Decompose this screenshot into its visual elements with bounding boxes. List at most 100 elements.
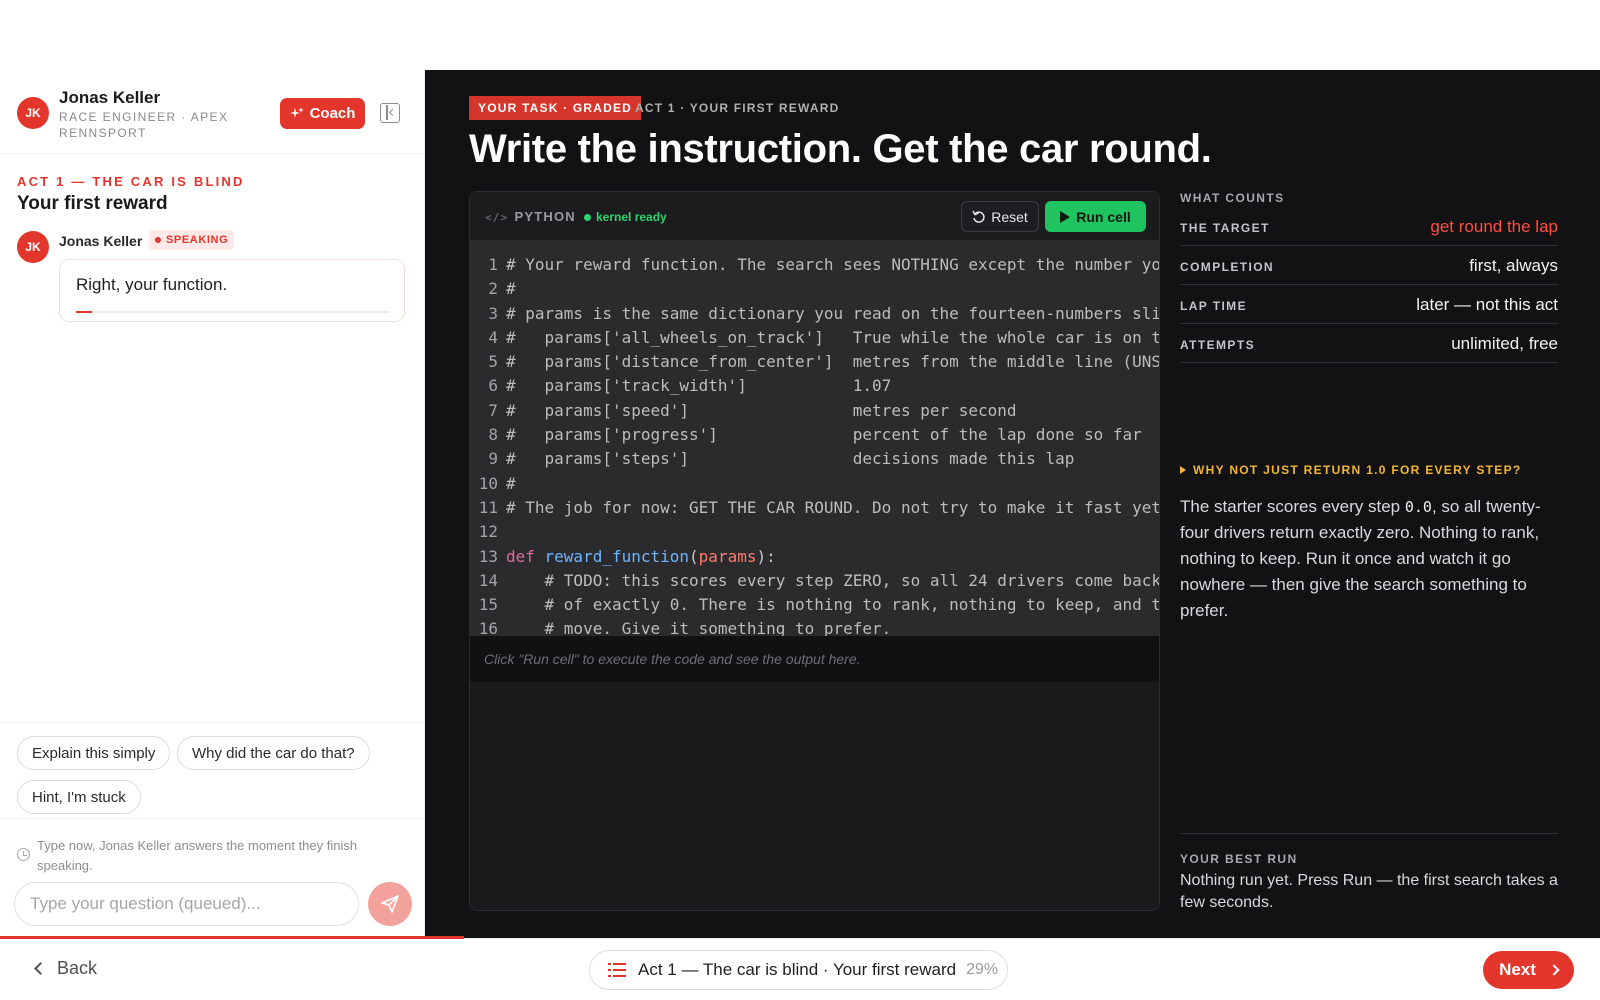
code-token: def bbox=[506, 546, 545, 566]
why-body-text: The starter scores every step bbox=[1180, 497, 1405, 516]
code-line: 3 # params is the same dictionary you rea… bbox=[470, 303, 1160, 328]
chevron-left-icon bbox=[34, 962, 47, 975]
line-number: 6 bbox=[488, 376, 498, 396]
line-number: 1 bbox=[488, 255, 498, 274]
code-line: 5 # params['distance_from_center'] metres… bbox=[470, 352, 1160, 376]
suggestion-chip[interactable]: Why did the car do that? bbox=[177, 736, 370, 770]
line-number: 7 bbox=[488, 400, 498, 420]
line-number: 14 bbox=[478, 570, 498, 590]
top-bar bbox=[0, 0, 1600, 70]
run-cell-button[interactable]: Run cell bbox=[1045, 201, 1146, 232]
code-text: # TODO: this scores every step ZERO, so … bbox=[506, 570, 1160, 590]
criteria-row: ATTEMPTS unlimited, free bbox=[1180, 324, 1558, 363]
criteria-value: first, always bbox=[1469, 256, 1558, 275]
coach-header: JK Jonas Keller Race engineer · Apex Ren… bbox=[0, 70, 425, 154]
code-line: 13 def reward_function(params): bbox=[470, 546, 1159, 571]
line-number: 15 bbox=[478, 595, 498, 615]
avatar: JK bbox=[17, 97, 49, 129]
criteria-key: LAP TIME bbox=[1180, 299, 1247, 313]
suggestion-chip[interactable]: Explain this simply bbox=[17, 736, 171, 770]
code-text: # Your reward function. The search sees … bbox=[506, 255, 1160, 274]
collapse-sidebar-icon[interactable] bbox=[380, 103, 400, 123]
line-number: 9 bbox=[488, 449, 498, 469]
status-dot-icon bbox=[584, 213, 591, 221]
code-text: # The job for now: GET THE CAR ROUND. Do… bbox=[506, 497, 1160, 517]
list-icon bbox=[608, 963, 626, 977]
line-number: 16 bbox=[478, 619, 498, 636]
sparkle-icon bbox=[289, 106, 304, 118]
why-body: The starter scores every step 0.0, so al… bbox=[1180, 494, 1558, 624]
inline-code: 0.0 bbox=[1404, 498, 1432, 516]
line-number: 8 bbox=[488, 425, 498, 445]
line-number: 11 bbox=[478, 497, 498, 517]
back-button-label: Back bbox=[57, 958, 98, 978]
code-text: # bbox=[506, 473, 516, 493]
best-run-text: Nothing run yet. Press Run — the first s… bbox=[1180, 872, 1558, 911]
question-input[interactable] bbox=[14, 882, 359, 926]
suggestion-chip[interactable]: Hint, I'm stuck bbox=[17, 780, 141, 814]
criteria-key: ATTEMPTS bbox=[1180, 338, 1255, 352]
code-text: # bbox=[506, 279, 516, 299]
run-cell-label: Run cell bbox=[1076, 208, 1131, 225]
send-button[interactable] bbox=[368, 882, 412, 926]
lesson-title: Your first reward bbox=[17, 193, 168, 214]
code-text: # params['steps'] decisions made this la… bbox=[506, 449, 1075, 469]
code-text: # params['distance_from_center'] metres … bbox=[506, 352, 1160, 372]
output-area bbox=[470, 682, 1159, 910]
line-number: 2 bbox=[488, 279, 498, 299]
language-name: PYTHON bbox=[514, 209, 576, 224]
code-line: 4 # params['all_wheels_on_track'] True wh… bbox=[470, 327, 1160, 352]
output-placeholder: Click "Run cell" to execute the code and… bbox=[484, 651, 861, 667]
code-text: # params['speed'] metres per second bbox=[506, 400, 1017, 420]
code-token: ( bbox=[689, 546, 699, 566]
code-text: # params is the same dictionary you read… bbox=[506, 303, 1160, 323]
act-label: ACT 1 — THE CAR IS BLIND bbox=[17, 174, 245, 189]
line-number: 5 bbox=[488, 352, 498, 372]
kernel-status-label: kernel ready bbox=[596, 210, 667, 224]
back-button[interactable]: Back bbox=[34, 958, 98, 979]
code-editor: </> PYTHON kernel ready Reset Run cell 1 #… bbox=[469, 191, 1160, 911]
code-token: params bbox=[698, 546, 757, 566]
criteria-key: COMPLETION bbox=[1180, 260, 1274, 274]
code-line: 15 # of exactly 0. There is nothing to r… bbox=[470, 595, 1160, 619]
output-bar: Click "Run cell" to execute the code and… bbox=[470, 636, 1159, 682]
code-text: # params['all_wheels_on_track'] True whi… bbox=[506, 327, 1160, 347]
code-line: 7 # params['speed'] metres per second bbox=[470, 400, 1159, 425]
language-label: </> PYTHON bbox=[485, 209, 576, 224]
code-line: 10 # bbox=[470, 473, 1159, 498]
code-line: 11 # The job for now: GET THE CAR ROUND. … bbox=[470, 497, 1160, 522]
next-button[interactable]: Next bbox=[1483, 951, 1574, 989]
code-text: # move. Give it something to prefer. bbox=[506, 619, 892, 636]
message-author: Jonas Keller bbox=[59, 233, 143, 249]
why-disclosure[interactable]: WHY NOT JUST RETURN 1.0 FOR EVERY STEP? bbox=[1180, 463, 1522, 477]
line-number: 4 bbox=[488, 327, 498, 347]
code-line: 1 # Your reward function. The search sees… bbox=[470, 255, 1160, 279]
best-run-heading: YOUR BEST RUN bbox=[1180, 852, 1298, 866]
task-badge: YOUR TASK · GRADED bbox=[469, 96, 642, 120]
criteria-heading: WHAT COUNTS bbox=[1180, 191, 1285, 205]
page-title: Write the instruction. Get the car round… bbox=[469, 127, 1212, 171]
coach-role: Race engineer · Apex Rennsport bbox=[59, 110, 229, 140]
speaking-dot-icon bbox=[155, 237, 161, 243]
code-line: 9 # params['steps'] decisions made this l… bbox=[470, 449, 1159, 473]
code-text: # params['progress'] percent of the lap … bbox=[506, 425, 1142, 445]
status-badge-label: SPEAKING bbox=[166, 234, 229, 246]
task-panel: YOUR TASK · GRADED ACT 1 · YOUR FIRST RE… bbox=[425, 70, 1600, 938]
act-selector[interactable]: Act 1 — The car is blind · Your first re… bbox=[589, 950, 1008, 990]
criteria-row: THE TARGET get round the lap bbox=[1180, 207, 1558, 246]
coach-button[interactable]: Coach bbox=[280, 98, 365, 129]
code-line: 8 # params['progress'] percent of the lap… bbox=[470, 425, 1159, 449]
status-badge: SPEAKING bbox=[149, 230, 235, 250]
chevron-right-icon bbox=[1548, 964, 1560, 976]
code-token: ): bbox=[756, 546, 776, 566]
coach-name: Jonas Keller bbox=[59, 88, 161, 107]
code-area[interactable]: 1 # Your reward function. The search sees… bbox=[470, 240, 1160, 636]
avatar: JK bbox=[17, 231, 49, 263]
clock-icon bbox=[17, 848, 30, 861]
composer-hint: Type now, Jonas Keller answers the momen… bbox=[37, 838, 358, 873]
act-selector-label: Act 1 — The car is blind · Your first re… bbox=[638, 960, 957, 979]
code-line: 16 # move. Give it something to prefer. bbox=[470, 619, 1159, 636]
why-question: WHY NOT JUST RETURN 1.0 FOR EVERY STEP? bbox=[1193, 463, 1522, 477]
code-text: # of exactly 0. There is nothing to rank… bbox=[506, 595, 1160, 615]
reset-button[interactable]: Reset bbox=[961, 201, 1039, 232]
